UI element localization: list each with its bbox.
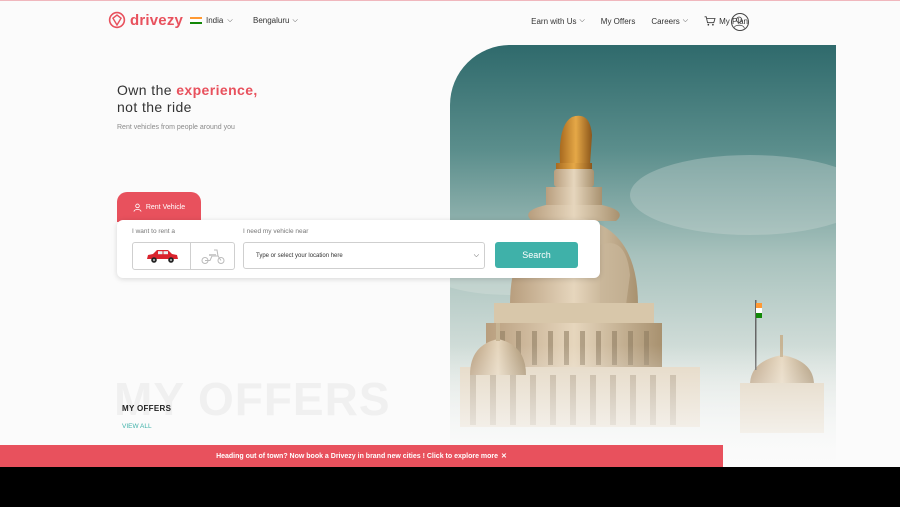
promo-banner[interactable]: Heading out of town? Now book a Drivezy … — [0, 445, 723, 467]
chevron-down-icon: ⌵ — [473, 252, 479, 259]
user-icon — [133, 203, 142, 212]
booking-card: I want to rent a I need my vehicle near — [117, 220, 600, 278]
chevron-down-icon: ⌵ — [579, 17, 585, 24]
offers-watermark: MY OFFERS — [114, 373, 391, 425]
nav-earn-label: Earn with Us — [531, 16, 577, 26]
chevron-down-icon: ⌵ — [682, 17, 689, 24]
hero-title: Own the experience, not the ride — [117, 82, 258, 116]
country-selector[interactable]: India ⌵ — [190, 16, 233, 25]
location-select[interactable]: Type or select your location here ⌵ — [243, 242, 485, 269]
promo-banner-text: Heading out of town? Now book a Drivezy … — [216, 452, 499, 460]
tab-rent-vehicle-label: Rent Vehicle — [145, 203, 186, 211]
car-icon — [146, 250, 178, 263]
view-all-link[interactable]: VIEW ALL — [122, 423, 152, 430]
hero-title-line2: not the ride — [117, 99, 192, 115]
chevron-down-icon: ⌵ — [292, 16, 298, 24]
close-icon[interactable]: ✕ — [501, 452, 507, 460]
logo[interactable]: drivezy — [108, 11, 183, 29]
header: drivezy India ⌵ Bengaluru ⌵ Earn with Us… — [0, 0, 900, 44]
vehicle-type-selector — [132, 242, 235, 270]
country-label: India — [206, 16, 224, 25]
tab-rent-vehicle[interactable]: Rent Vehicle — [117, 192, 201, 222]
rent-type-label: I want to rent a — [132, 228, 175, 235]
location-label: I need my vehicle near — [243, 228, 309, 235]
nav-earn-with-us[interactable]: Earn with Us ⌵ — [531, 17, 585, 26]
page: drivezy India ⌵ Bengaluru ⌵ Earn with Us… — [0, 0, 900, 467]
hero-title-accent: experience — [176, 82, 254, 98]
hero-title-prefix: Own the — [117, 82, 177, 98]
user-avatar-icon[interactable] — [731, 13, 749, 31]
nav-careers[interactable]: Careers ⌵ — [651, 17, 688, 26]
nav-careers-label: Careers — [651, 16, 680, 26]
nav-offers-label: My Offers — [600, 16, 636, 26]
offers-title: MY OFFERS — [122, 404, 172, 413]
main-nav: Earn with Us ⌵ My Offers Careers ⌵ My Pl… — [531, 16, 748, 26]
logo-text: drivezy — [130, 11, 184, 29]
cart-icon — [704, 16, 716, 26]
city-selector[interactable]: Bengaluru ⌵ — [253, 16, 298, 25]
hero-title-suffix: , — [253, 82, 258, 98]
vehicle-option-car[interactable] — [133, 243, 191, 269]
chevron-down-icon: ⌵ — [227, 16, 233, 24]
scooter-icon — [201, 249, 224, 264]
city-label: Bengaluru — [253, 16, 290, 25]
india-flag-icon — [190, 16, 202, 25]
search-button[interactable]: Search — [495, 242, 578, 268]
drivezy-logo-icon — [108, 11, 126, 29]
location-placeholder: Type or select your location here — [256, 252, 343, 259]
hero-subtitle: Rent vehicles from people around you — [117, 124, 235, 131]
vehicle-option-scooter[interactable] — [191, 243, 234, 269]
nav-my-offers[interactable]: My Offers — [601, 17, 636, 26]
